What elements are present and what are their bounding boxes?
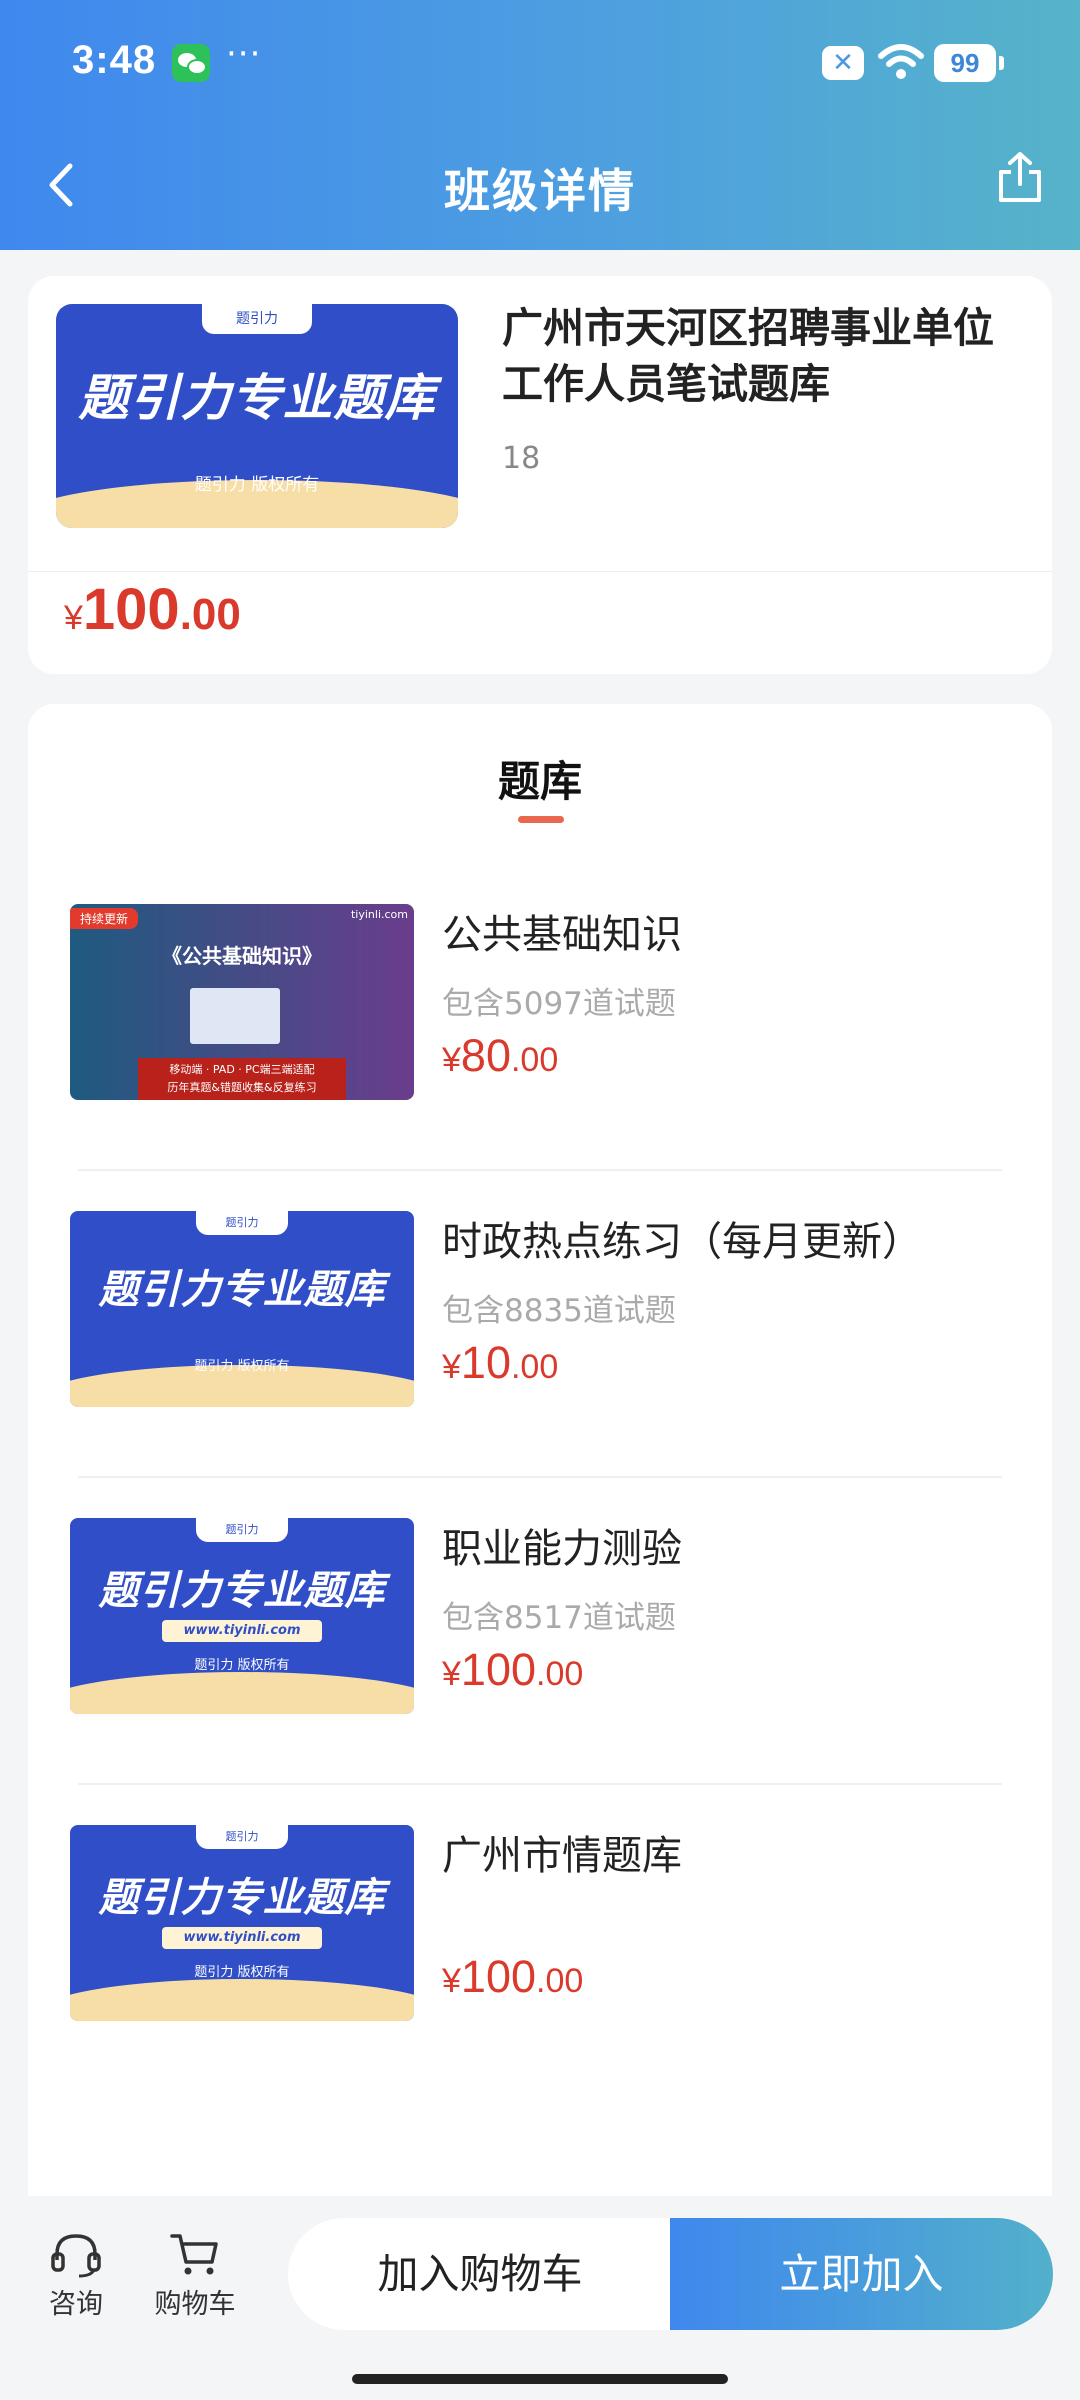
divider <box>28 571 1052 572</box>
status-bar: 3:48 ··· ✕ 99 <box>0 0 1080 125</box>
bank-thumbnail: 题引力 题引力专业题库 www.tiyinli.com 题引力 版权所有 <box>70 1518 414 1714</box>
bank-name: 职业能力测验 <box>442 1526 682 1572</box>
home-indicator[interactable] <box>352 2374 728 2384</box>
thumb-title: 题引力专业题库 <box>98 1875 386 1921</box>
thumb-url: www.tiyinli.com <box>162 1927 322 1949</box>
thumb-wave <box>70 1979 414 2021</box>
bank-price: ¥10.00 <box>442 1337 559 1388</box>
bottom-action-bar: 咨询 购物车 加入购物车 立即加入 <box>0 2196 1080 2400</box>
product-card: 题引力 题引力专业题库 题引力 版权所有 广州市天河区招聘事业单位工作人员笔试题… <box>28 276 1052 674</box>
thumb-title: 《公共基础知识》 <box>162 944 322 968</box>
thumb-brand-tab: 题引力 <box>202 304 312 334</box>
bank-question-count: 包含8835道试题 <box>442 1293 676 1329</box>
status-time: 3:48 <box>72 38 157 82</box>
bank-question-count: 包含5097道试题 <box>442 986 676 1022</box>
thumb-footer: 题引力 版权所有 <box>194 1965 290 1980</box>
bank-item-guangzhou-info[interactable]: 题引力 题引力专业题库 www.tiyinli.com 题引力 版权所有 广州市… <box>28 1785 1052 2092</box>
bank-thumbnail: 持续更新 tiyinli.com 《公共基础知识》 移动端 · PAD · PC… <box>70 904 414 1100</box>
thumb-title: 题引力专业题库 <box>98 1267 386 1313</box>
add-to-cart-button[interactable]: 加入购物车 <box>288 2218 672 2330</box>
bank-item-public-knowledge[interactable]: 持续更新 tiyinli.com 《公共基础知识》 移动端 · PAD · PC… <box>28 864 1052 1171</box>
thumb-brand-tab: 题引力 <box>196 1825 288 1849</box>
bank-thumbnail: 题引力 题引力专业题库 www.tiyinli.com 题引力 版权所有 <box>70 1825 414 2021</box>
cart-button[interactable]: 购物车 <box>150 2230 240 2321</box>
tab-indicator <box>518 816 564 823</box>
bank-name: 公共基础知识 <box>442 912 682 958</box>
page-title: 班级详情 <box>444 164 636 218</box>
thumb-title: 题引力专业题库 <box>78 369 436 427</box>
battery-icon: 99 <box>934 44 1004 82</box>
thumb-title: 题引力专业题库 <box>98 1568 386 1614</box>
thumb-brand: tiyinli.com <box>350 908 408 921</box>
bank-item-current-affairs[interactable]: 题引力 题引力专业题库 题引力 版权所有 时政热点练习（每月更新） 包含8835… <box>28 1171 1052 1478</box>
bank-name: 广州市情题库 <box>442 1833 682 1879</box>
product-price: ¥100.00 <box>64 576 241 643</box>
thumb-update-tag: 持续更新 <box>70 908 139 929</box>
price-integer: 100 <box>82 577 180 642</box>
bank-price: ¥80.00 <box>442 1030 559 1081</box>
bank-question-count: 包含8517道试题 <box>442 1600 676 1636</box>
thumb-footer: 题引力 版权所有 <box>194 1658 290 1673</box>
thumb-url: www.tiyinli.com <box>162 1620 322 1642</box>
price-symbol: ¥ <box>64 599 83 637</box>
bank-price: ¥100.00 <box>442 1644 584 1695</box>
close-notification-icon: ✕ <box>822 46 864 80</box>
wifi-icon <box>878 44 924 79</box>
thumb-banner: 移动端 · PAD · PC端三端适配 历年真题&错题收集&反复练习 <box>138 1058 346 1100</box>
price-decimal: .00 <box>179 590 241 639</box>
product-thumbnail: 题引力 题引力专业题库 题引力 版权所有 <box>56 304 458 528</box>
product-title: 广州市天河区招聘事业单位工作人员笔试题库 <box>502 304 994 408</box>
bank-item-aptitude-test[interactable]: 题引力 题引力专业题库 www.tiyinli.com 题引力 版权所有 职业能… <box>28 1478 1052 1785</box>
wechat-icon <box>172 44 210 82</box>
thumb-footer: 题引力 版权所有 <box>194 1359 290 1374</box>
product-count: 18 <box>502 441 541 476</box>
consult-button[interactable]: 咨询 <box>38 2230 114 2321</box>
share-icon[interactable] <box>995 150 1045 206</box>
cart-icon <box>170 2234 218 2275</box>
section-tab-bank[interactable]: 题库 <box>28 748 1052 809</box>
thumb-footer: 题引力 版权所有 <box>194 475 320 495</box>
thumb-brand-tab: 题引力 <box>196 1211 288 1235</box>
bank-price: ¥100.00 <box>442 1951 584 2002</box>
thumb-brand-tab: 题引力 <box>196 1518 288 1542</box>
headset-icon <box>51 2234 101 2278</box>
bank-name: 时政热点练习（每月更新） <box>442 1219 922 1265</box>
thumb-device-image <box>190 988 280 1044</box>
header: 3:48 ··· ✕ 99 班级详情 <box>0 0 1080 250</box>
bank-thumbnail: 题引力 题引力专业题库 题引力 版权所有 <box>70 1211 414 1407</box>
consult-label: 咨询 <box>49 2289 103 2320</box>
join-now-button[interactable]: 立即加入 <box>670 2218 1053 2330</box>
more-dots: ··· <box>226 34 262 74</box>
cart-label: 购物车 <box>154 2289 236 2320</box>
bank-list-card: 题库 持续更新 tiyinli.com 《公共基础知识》 移动端 · PAD ·… <box>28 704 1052 2204</box>
thumb-wave <box>70 1672 414 1714</box>
